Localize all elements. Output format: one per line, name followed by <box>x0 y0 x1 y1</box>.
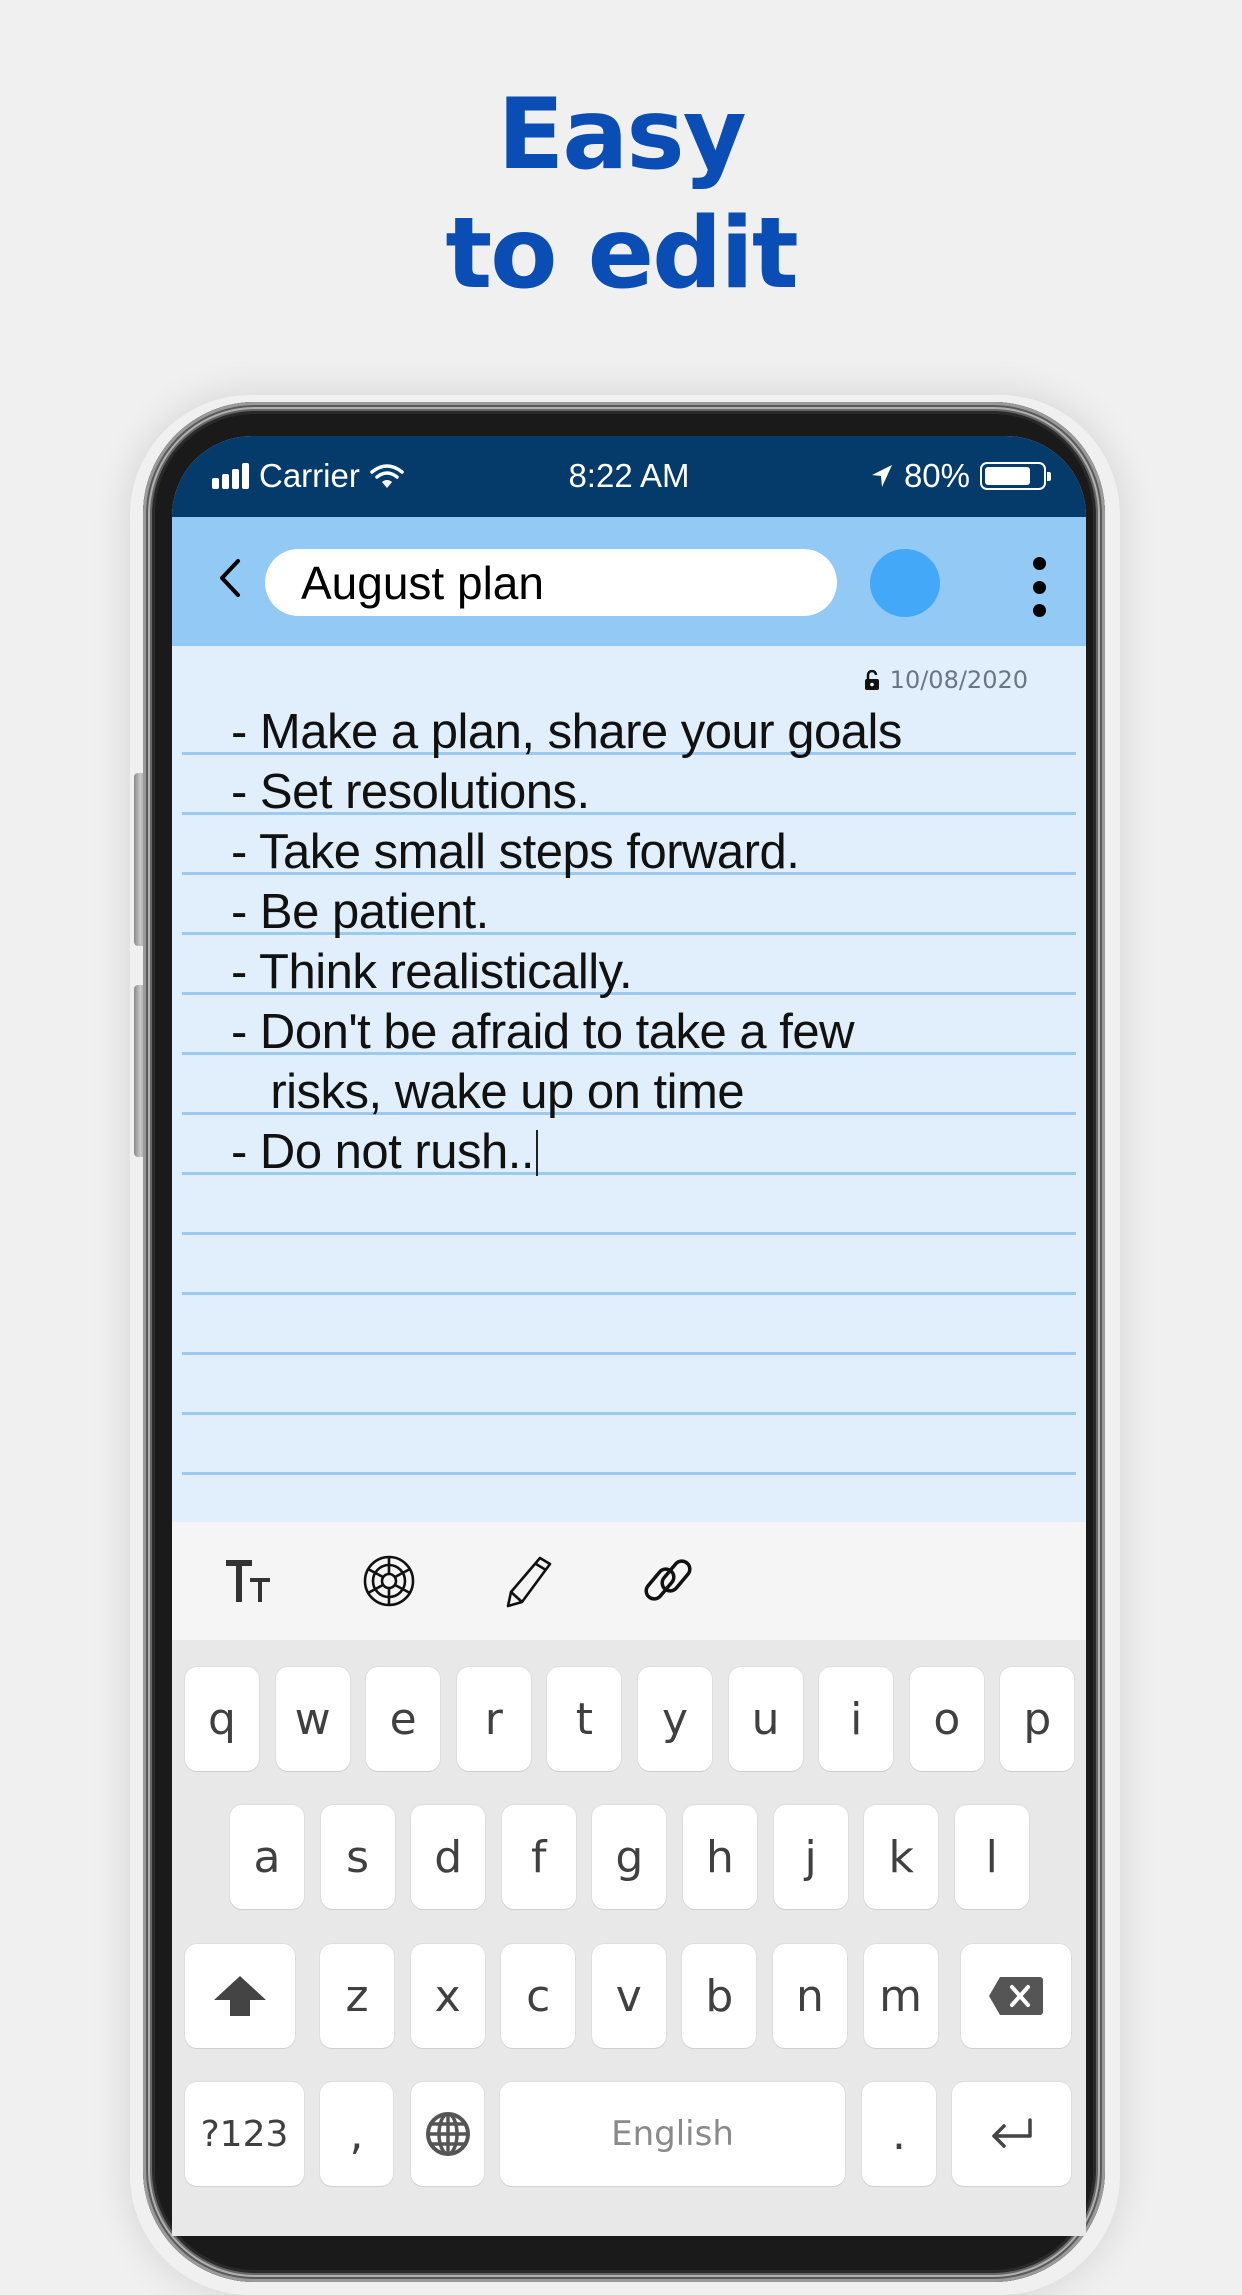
key-w[interactable]: w <box>275 1667 350 1771</box>
ruled-line <box>182 1352 1076 1355</box>
note-line-last[interactable]: - Do not rush.. <box>231 1128 538 1177</box>
shift-icon <box>214 1976 266 2016</box>
ruled-line <box>182 1292 1076 1295</box>
note-line[interactable]: - Make a plan, share your goals <box>231 708 902 757</box>
key-x[interactable]: x <box>410 1944 485 2048</box>
note-color-button[interactable] <box>870 549 940 617</box>
draw-button[interactable] <box>498 1550 560 1612</box>
symbols-key[interactable]: ?123 <box>185 2082 304 2186</box>
backspace-icon <box>989 1977 1043 2015</box>
key-y[interactable]: y <box>638 1667 712 1771</box>
key-b[interactable]: b <box>682 1944 757 2048</box>
note-line[interactable]: - Set resolutions. <box>231 768 590 817</box>
key-v[interactable]: v <box>591 1944 666 2048</box>
key-l[interactable]: l <box>954 1805 1029 1909</box>
key-h[interactable]: h <box>683 1805 757 1909</box>
text-cursor <box>535 1130 538 1176</box>
enter-icon <box>991 2118 1032 2148</box>
note-body[interactable]: 10/08/2020 - Make a plan, share your goa… <box>172 646 1086 1522</box>
enter-key[interactable] <box>952 2082 1071 2186</box>
globe-icon <box>425 2112 470 2156</box>
note-line-text: - Do not rush.. <box>231 1125 534 1179</box>
location-arrow-icon <box>871 465 892 487</box>
key-m[interactable]: m <box>863 1944 938 2048</box>
key-d[interactable]: d <box>411 1805 486 1909</box>
phone-screen: Carrier 8:22 AM 80% August plan 10/08/20… <box>172 436 1086 2236</box>
key-k[interactable]: k <box>864 1805 939 1909</box>
ruled-line <box>182 1232 1076 1235</box>
status-bar: Carrier 8:22 AM 80% <box>172 436 1086 517</box>
backspace-key[interactable] <box>961 1944 1071 2048</box>
space-key[interactable]: English <box>500 2082 845 2186</box>
text-size-icon <box>226 1560 270 1602</box>
ruled-line <box>182 1412 1076 1415</box>
key-r[interactable]: r <box>456 1667 531 1771</box>
note-date: 10/08/2020 <box>889 666 1028 694</box>
keyboard: qwertyuiop asdfghjkl zxcvbnm ?123 , Engl… <box>172 1640 1086 2236</box>
more-options-button[interactable] <box>1026 557 1052 617</box>
color-palette-button[interactable] <box>358 1550 420 1612</box>
text-size-button[interactable] <box>220 1550 282 1612</box>
key-i[interactable]: i <box>819 1667 894 1771</box>
headline-line-2: to edit <box>445 197 798 311</box>
note-line[interactable]: - Think realistically. <box>231 948 633 997</box>
headline-line-1: Easy <box>497 78 746 192</box>
ruled-line <box>182 1472 1076 1475</box>
key-a[interactable]: a <box>230 1805 304 1909</box>
key-e[interactable]: e <box>366 1667 441 1771</box>
key-z[interactable]: z <box>320 1944 394 2048</box>
note-line[interactable]: - Don't be afraid to take a few <box>231 1008 855 1057</box>
note-title-input[interactable] <box>265 549 837 616</box>
battery-icon <box>980 462 1051 490</box>
key-o[interactable]: o <box>909 1667 984 1771</box>
note-date-row: 10/08/2020 <box>864 666 1028 694</box>
key-n[interactable]: n <box>773 1944 847 2048</box>
period-key[interactable]: . <box>862 2082 936 2186</box>
key-t[interactable]: t <box>547 1667 622 1771</box>
link-icon <box>644 1559 692 1601</box>
key-c[interactable]: c <box>501 1944 576 2048</box>
note-line[interactable]: - Be patient. <box>231 888 489 937</box>
back-button[interactable] <box>210 553 250 603</box>
key-q[interactable]: q <box>185 1667 259 1771</box>
language-key[interactable] <box>411 2082 484 2186</box>
key-s[interactable]: s <box>320 1805 395 1909</box>
note-line[interactable]: risks, wake up on time <box>231 1068 744 1117</box>
comma-key[interactable]: , <box>320 2082 393 2186</box>
key-j[interactable]: j <box>773 1805 848 1909</box>
format-toolbar <box>172 1522 1086 1640</box>
key-u[interactable]: u <box>728 1667 803 1771</box>
key-f[interactable]: f <box>501 1805 576 1909</box>
key-g[interactable]: g <box>592 1805 667 1909</box>
attach-link-button[interactable] <box>637 1550 699 1612</box>
key-p[interactable]: p <box>1000 1667 1075 1771</box>
shift-key[interactable] <box>185 1944 295 2048</box>
unlock-icon <box>864 670 879 690</box>
note-header <box>172 517 1086 646</box>
battery-percent: 80% <box>903 457 970 494</box>
chevron-left-icon <box>220 559 240 597</box>
color-wheel-icon <box>363 1555 415 1607</box>
pencil-icon <box>506 1556 552 1608</box>
note-line[interactable]: - Take small steps forward. <box>231 828 800 877</box>
